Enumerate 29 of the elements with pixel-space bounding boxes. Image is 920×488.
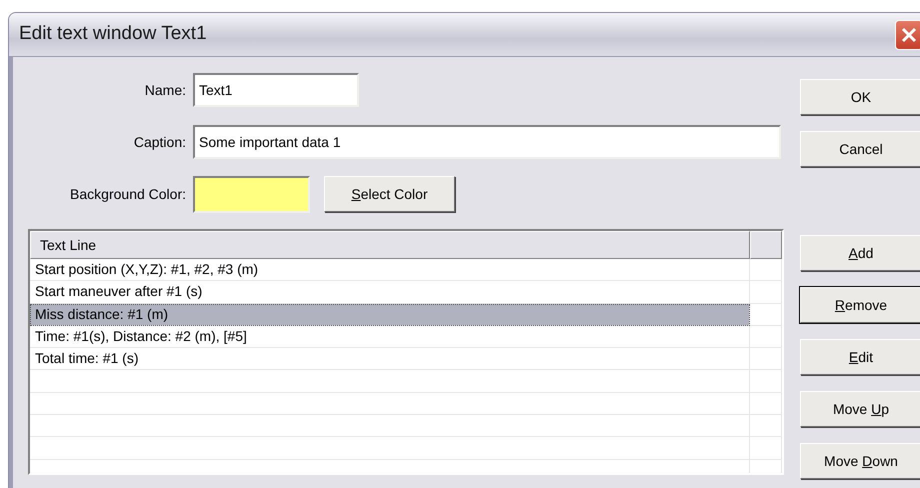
close-icon	[900, 26, 918, 44]
name-field[interactable]: Text1	[193, 73, 359, 107]
list-item[interactable]: Miss distance: #1 (m)	[30, 304, 750, 326]
dialog-button[interactable]: Remove	[800, 287, 920, 323]
select-color-button[interactable]: Select Color	[324, 176, 455, 212]
empty-cell	[750, 392, 782, 416]
caption-field[interactable]: Some important data 1	[193, 125, 781, 159]
empty-cell	[750, 259, 782, 282]
empty-cell	[750, 437, 782, 460]
field-label: Background Color:	[69, 184, 187, 204]
list-item[interactable]: Start position (X,Y,Z): #1, #2, #3 (m)	[30, 259, 750, 282]
dialog-button[interactable]: OK	[800, 79, 920, 115]
list-item[interactable]: Time: #1(s), Distance: #2 (m), [#5]	[30, 326, 750, 348]
empty-cell	[750, 326, 782, 348]
list-item[interactable]: Total time: #1 (s)	[30, 348, 750, 370]
window-title: Edit text window Text1	[19, 22, 207, 46]
close-button[interactable]	[895, 20, 920, 50]
dialog-button[interactable]: Edit	[800, 339, 920, 375]
dialog-button[interactable]: Cancel	[800, 131, 920, 167]
dialog-button[interactable]: Move Up	[800, 391, 920, 427]
empty-cell	[750, 370, 782, 393]
column-header: Text Line	[30, 231, 750, 259]
field-label: Caption:	[132, 132, 187, 152]
dialog-button[interactable]: Add	[800, 235, 920, 271]
dialog-button[interactable]: Move Down	[800, 443, 920, 479]
field-label: Name:	[144, 80, 187, 100]
empty-cell	[750, 348, 782, 370]
empty-cell	[750, 281, 782, 304]
empty-cell	[750, 415, 782, 438]
